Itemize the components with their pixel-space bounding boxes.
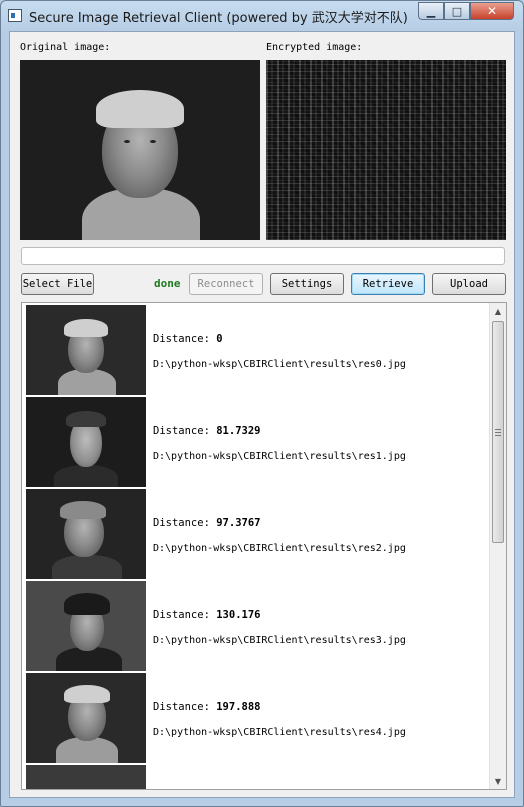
result-path: D:\python-wksp\CBIRClient\results\res3.j… [153,635,406,646]
original-image [20,60,260,240]
distance-text: Distance: 97.3767 [153,517,261,529]
distance-text: Distance: 197.888 [153,701,261,713]
list-item[interactable]: Distance: 0 D:\python-wksp\CBIRClient\re… [26,305,486,397]
distance-text: Distance: 130.176 [153,609,261,621]
list-item[interactable]: Distance: 130.176 D:\python-wksp\CBIRCli… [26,581,486,673]
result-path: D:\python-wksp\CBIRClient\results\res4.j… [153,727,406,738]
upload-button[interactable]: Upload [432,273,506,295]
scroll-down-button[interactable]: ▼ [490,773,506,789]
result-path: D:\python-wksp\CBIRClient\results\res0.j… [153,359,406,370]
status-text: done [154,277,181,290]
encrypted-image [266,60,506,240]
reconnect-button[interactable]: Reconnect [189,273,263,295]
result-thumbnail [26,673,146,763]
scroll-thumb[interactable] [492,321,504,543]
result-thumbnail [26,765,146,789]
result-path: D:\python-wksp\CBIRClient\results\res1.j… [153,451,406,462]
progress-bar [21,247,505,265]
close-icon: ✕ [486,4,498,18]
settings-button[interactable]: Settings [270,273,344,295]
minimize-button[interactable]: ▁ [418,2,444,20]
window-title: Secure Image Retrieval Client (powered b… [29,11,408,26]
result-thumbnail [26,305,146,395]
vertical-scrollbar[interactable]: ▲ ▼ [489,303,506,789]
list-item[interactable]: Distance: 97.3767 D:\python-wksp\CBIRCli… [26,489,486,581]
maximize-icon: □ [451,4,463,18]
maximize-button[interactable]: □ [444,2,470,20]
main-panel: Original image: Encrypted image: Select … [9,31,515,798]
chevron-up-icon: ▲ [494,306,502,316]
result-thumbnail [26,397,146,487]
scroll-up-button[interactable]: ▲ [490,303,506,319]
list-item[interactable]: Distance: 81.7329 D:\python-wksp\CBIRCli… [26,397,486,489]
list-item[interactable]: Distance: 197.888 D:\python-wksp\CBIRCli… [26,673,486,765]
result-thumbnail [26,581,146,671]
results-list[interactable]: Distance: 0 D:\python-wksp\CBIRClient\re… [21,302,507,790]
chevron-down-icon: ▼ [494,776,502,786]
close-button[interactable]: ✕ [470,2,514,20]
result-path: D:\python-wksp\CBIRClient\results\res2.j… [153,543,406,554]
encrypted-image-label: Encrypted image: [266,42,363,53]
original-image-label: Original image: [20,42,111,53]
minimize-icon: ▁ [426,4,436,18]
distance-text: Distance: 0 [153,333,223,345]
app-icon [8,9,22,22]
grip-icon [495,428,501,436]
distance-text: Distance: 81.7329 [153,425,261,437]
list-item[interactable] [26,765,486,789]
select-file-button[interactable]: Select File [21,273,94,295]
app-window: Secure Image Retrieval Client (powered b… [0,0,524,807]
title-bar[interactable]: Secure Image Retrieval Client (powered b… [1,1,523,31]
retrieve-button[interactable]: Retrieve [351,273,425,295]
result-thumbnail [26,489,146,579]
